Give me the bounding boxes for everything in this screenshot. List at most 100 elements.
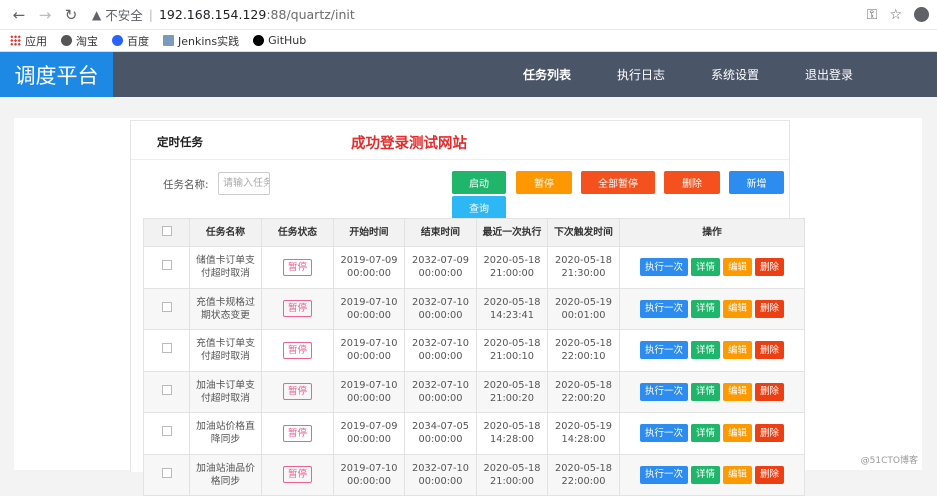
detail-button[interactable]: 详情 — [690, 258, 720, 277]
start-time-cell: 2019-07-10 00:00:00 — [333, 453, 405, 496]
bookmark-apps[interactable]: 应用 — [10, 33, 47, 49]
task-status-cell: 暂停 — [261, 370, 334, 413]
start-time-cell: 2019-07-09 00:00:00 — [333, 412, 405, 455]
pause-all-button[interactable]: 全部暂停 — [581, 171, 655, 194]
row-checkbox[interactable] — [161, 426, 172, 437]
browser-address-bar: ← → ↻ ▲ 不安全 | 192.168.154.129 :88/quartz… — [0, 0, 937, 30]
bookmark-label: Jenkins实践 — [178, 34, 240, 48]
operations-cell: 执行一次 详情 编辑 删除 — [619, 287, 805, 330]
delete-button[interactable]: 删除 — [664, 171, 720, 194]
last-exec-cell: 2020-05-18 21:00:10 — [476, 329, 548, 372]
start-time-cell: 2019-07-10 00:00:00 — [333, 287, 405, 330]
bookmark-label: GitHub — [268, 34, 307, 47]
task-name-cell: 加油卡订单支付超时取消 — [189, 370, 262, 413]
end-time-cell: 2032-07-10 00:00:00 — [404, 329, 477, 372]
detail-button[interactable]: 详情 — [690, 465, 720, 484]
task-name-label: 任务名称: — [163, 179, 209, 191]
detail-button[interactable]: 详情 — [690, 341, 720, 360]
nav-exec-log[interactable]: 执行日志 — [617, 66, 665, 83]
row-select-cell — [143, 329, 190, 372]
panel-divider — [131, 159, 789, 160]
nav-system-settings[interactable]: 系统设置 — [711, 66, 759, 83]
run-once-button[interactable]: 执行一次 — [639, 341, 688, 360]
col-end-time: 结束时间 — [404, 218, 477, 247]
run-once-button[interactable]: 执行一次 — [639, 424, 688, 443]
query-button[interactable]: 查询 — [452, 196, 506, 219]
table-row: 加油站油品价格同步 暂停 2019-07-10 00:00:00 2032-07-10… — [143, 453, 805, 496]
task-status-cell: 暂停 — [261, 412, 334, 455]
bookmark-baidu[interactable]: 百度 — [112, 33, 149, 49]
back-icon[interactable]: ← — [8, 4, 30, 26]
task-table: 任务名称 任务状态 开始时间 结束时间 最近一次执行 下次触发时间 操作 储值卡… — [143, 218, 805, 496]
add-button[interactable]: 新增 — [729, 171, 784, 194]
col-last-exec: 最近一次执行 — [476, 218, 548, 247]
row-delete-button[interactable]: 删除 — [755, 424, 785, 443]
operations-cell: 执行一次 详情 编辑 删除 — [619, 329, 805, 372]
start-time-cell: 2019-07-09 00:00:00 — [333, 246, 405, 289]
col-task-status: 任务状态 — [261, 218, 334, 247]
key-icon[interactable]: ⚿ — [867, 7, 878, 23]
edit-button[interactable]: 编辑 — [723, 465, 753, 484]
edit-button[interactable]: 编辑 — [723, 258, 753, 277]
task-name-cell: 加油站价格直降同步 — [189, 412, 262, 455]
detail-button[interactable]: 详情 — [690, 299, 720, 318]
bookmark-label: 应用 — [25, 34, 47, 48]
table-header-row: 任务名称 任务状态 开始时间 结束时间 最近一次执行 下次触发时间 操作 — [143, 218, 805, 247]
operations-cell: 执行一次 详情 编辑 删除 — [619, 453, 805, 496]
reload-icon[interactable]: ↻ — [60, 4, 82, 26]
row-delete-button[interactable]: 删除 — [755, 465, 785, 484]
row-select-cell — [143, 412, 190, 455]
url-field[interactable]: ▲ 不安全 | 192.168.154.129 :88/quartz/init — [92, 4, 867, 26]
detail-button[interactable]: 详情 — [690, 424, 720, 443]
app-logo[interactable]: 调度平台 — [0, 52, 113, 97]
profile-icon[interactable] — [914, 7, 929, 22]
row-select-cell — [143, 453, 190, 496]
next-fire-cell: 2020-05-19 00:01:00 — [547, 287, 620, 330]
row-delete-button[interactable]: 删除 — [755, 382, 785, 401]
row-checkbox[interactable] — [161, 260, 172, 271]
edit-button[interactable]: 编辑 — [723, 424, 753, 443]
run-once-button[interactable]: 执行一次 — [639, 382, 688, 401]
nav-logout[interactable]: 退出登录 — [805, 66, 853, 83]
warning-icon: ▲ — [92, 7, 102, 22]
star-icon[interactable]: ☆ — [889, 7, 902, 23]
bookmark-jenkins[interactable]: Jenkins实践 — [163, 33, 239, 49]
task-name-cell: 充值卡规格过期状态变更 — [189, 287, 262, 330]
row-delete-button[interactable]: 删除 — [755, 258, 785, 277]
edit-button[interactable]: 编辑 — [723, 341, 753, 360]
nav-task-list[interactable]: 任务列表 — [523, 66, 571, 83]
task-name-input[interactable]: 请输入任务 — [218, 172, 270, 195]
bookmark-github[interactable]: GitHub — [253, 34, 306, 47]
table-row: 加油站价格直降同步 暂停 2019-07-09 00:00:00 2034-07-05… — [143, 412, 805, 455]
detail-button[interactable]: 详情 — [690, 382, 720, 401]
run-once-button[interactable]: 执行一次 — [639, 258, 688, 277]
next-fire-cell: 2020-05-19 14:28:00 — [547, 412, 620, 455]
row-delete-button[interactable]: 删除 — [755, 341, 785, 360]
pause-button[interactable]: 暂停 — [516, 171, 572, 194]
login-success-banner: 成功登录测试网站 — [351, 136, 467, 152]
status-badge: 暂停 — [282, 258, 312, 276]
operations-cell: 执行一次 详情 编辑 删除 — [619, 412, 805, 455]
next-fire-cell: 2020-05-18 21:30:00 — [547, 246, 620, 289]
row-checkbox[interactable] — [161, 467, 172, 478]
status-badge: 暂停 — [282, 466, 312, 484]
forward-icon[interactable]: → — [34, 4, 56, 26]
next-fire-cell: 2020-05-18 22:00:00 — [547, 453, 620, 496]
row-checkbox[interactable] — [161, 343, 172, 354]
bookmark-taobao[interactable]: 淘宝 — [61, 33, 98, 49]
edit-button[interactable]: 编辑 — [723, 382, 753, 401]
select-all-checkbox[interactable] — [161, 225, 172, 236]
row-delete-button[interactable]: 删除 — [755, 299, 785, 318]
row-checkbox[interactable] — [161, 384, 172, 395]
panel-title: 定时任务 — [157, 135, 203, 149]
row-checkbox[interactable] — [161, 301, 172, 312]
last-exec-cell: 2020-05-18 21:00:20 — [476, 370, 548, 413]
start-button[interactable]: 启动 — [452, 171, 506, 194]
status-badge: 暂停 — [282, 341, 312, 359]
edit-button[interactable]: 编辑 — [723, 299, 753, 318]
run-once-button[interactable]: 执行一次 — [639, 299, 688, 318]
run-once-button[interactable]: 执行一次 — [639, 465, 688, 484]
operations-cell: 执行一次 详情 编辑 删除 — [619, 370, 805, 413]
last-exec-cell: 2020-05-18 21:00:00 — [476, 246, 548, 289]
col-next-fire: 下次触发时间 — [547, 218, 620, 247]
